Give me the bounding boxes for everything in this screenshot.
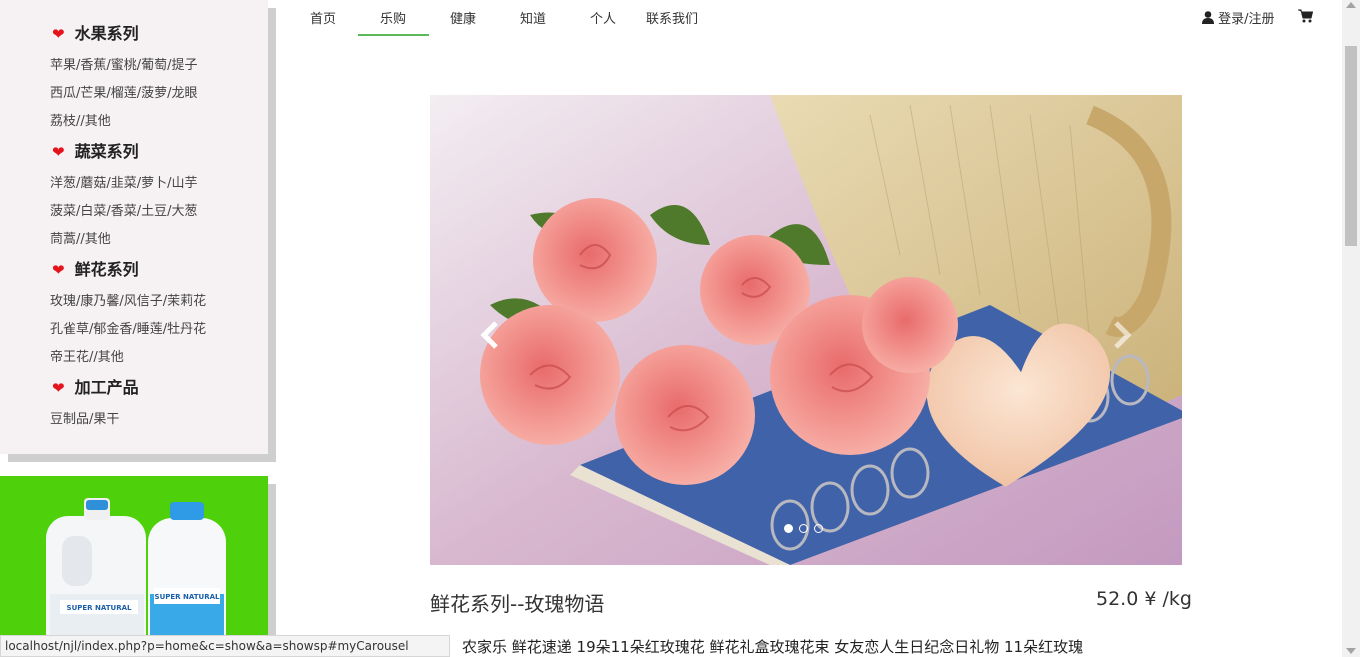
- chevron-left-icon: [480, 321, 498, 349]
- svg-text:SUPER NATURAL: SUPER NATURAL: [155, 593, 220, 601]
- product-carousel[interactable]: [430, 95, 1182, 565]
- product-price: 52.0 ¥ /kg: [1096, 588, 1192, 610]
- carousel-dot[interactable]: [814, 524, 823, 533]
- category-title: 水果系列: [74, 24, 139, 43]
- user-icon: [1202, 11, 1214, 24]
- category-title: 加工产品: [74, 378, 139, 397]
- bottle-label: SUPER NATURAL: [67, 604, 132, 612]
- milk-bottles-image: SUPER NATURAL SUPER NATURAL: [46, 498, 226, 657]
- scroll-down-icon[interactable]: [1346, 648, 1356, 654]
- sidebar-link[interactable]: 洋葱/蘑菇/韭菜/萝卜/山芋: [50, 172, 198, 191]
- category-title: 蔬菜系列: [74, 142, 139, 161]
- nav-contact[interactable]: 联系我们: [646, 8, 698, 27]
- carousel-next-button[interactable]: [1112, 320, 1134, 354]
- category-sidebar: ❤ 水果系列 苹果/香蕉/蜜桃/葡萄/提子 西瓜/芒果/榴莲/菠萝/龙眼 荔枝//…: [0, 0, 268, 454]
- heart-icon: ❤: [52, 261, 65, 279]
- category-flower[interactable]: ❤ 鲜花系列: [52, 256, 139, 280]
- sidebar-link[interactable]: 茼蒿//其他: [50, 228, 111, 247]
- nav-personal[interactable]: 个人: [590, 8, 616, 27]
- sidebar-link[interactable]: 孔雀草/郁金香/睡莲/牡丹花: [50, 318, 206, 337]
- login-link[interactable]: 登录/注册: [1202, 8, 1275, 27]
- login-label: 登录/注册: [1218, 12, 1275, 27]
- carousel-dot[interactable]: [784, 524, 793, 533]
- carousel-indicators: [784, 518, 829, 537]
- nav-active-indicator: [358, 34, 429, 36]
- carousel-dot[interactable]: [799, 524, 808, 533]
- category-processed[interactable]: ❤ 加工产品: [52, 374, 139, 398]
- heart-icon: ❤: [52, 25, 65, 43]
- carousel-prev-button[interactable]: [478, 320, 500, 354]
- product-title: 鲜花系列--玫瑰物语: [430, 592, 605, 616]
- carousel-slide-image: [430, 95, 1182, 565]
- nav-health[interactable]: 健康: [450, 8, 476, 27]
- heart-icon: ❤: [52, 143, 65, 161]
- sidebar-link[interactable]: 苹果/香蕉/蜜桃/葡萄/提子: [50, 54, 198, 73]
- nav-home[interactable]: 首页: [310, 8, 336, 27]
- chevron-right-icon: [1114, 321, 1132, 349]
- cart-button[interactable]: [1298, 8, 1314, 27]
- sidebar-link[interactable]: 西瓜/芒果/榴莲/菠萝/龙眼: [50, 82, 198, 101]
- nav-knowledge[interactable]: 知道: [520, 8, 546, 27]
- category-title: 鲜花系列: [74, 260, 139, 279]
- category-vegetable[interactable]: ❤ 蔬菜系列: [52, 138, 139, 162]
- cart-icon: [1298, 9, 1314, 23]
- sidebar-link[interactable]: 玫瑰/康乃馨/风信子/茉莉花: [50, 290, 206, 309]
- scrollbar-thumb[interactable]: [1345, 46, 1357, 246]
- sidebar-link[interactable]: 豆制品/果干: [50, 408, 119, 427]
- promo-banner[interactable]: SUPER NATURAL SUPER NATURAL: [0, 476, 268, 657]
- sidebar-link[interactable]: 帝王花//其他: [50, 346, 124, 365]
- product-description: 农家乐 鲜花速递 19朵11朵红玫瑰花 鲜花礼盒玫瑰花束 女友恋人生日纪念日礼物…: [462, 638, 1084, 656]
- sidebar-link[interactable]: 荔枝//其他: [50, 110, 111, 129]
- scroll-up-icon[interactable]: [1346, 2, 1356, 8]
- sidebar-link[interactable]: 菠菜/白菜/香菜/土豆/大葱: [50, 200, 198, 219]
- nav-shop[interactable]: 乐购: [380, 8, 406, 27]
- category-fruit[interactable]: ❤ 水果系列: [52, 20, 139, 44]
- status-bar-url: localhost/njl/index.php?p=home&c=show&a=…: [0, 635, 450, 657]
- heart-icon: ❤: [52, 379, 65, 397]
